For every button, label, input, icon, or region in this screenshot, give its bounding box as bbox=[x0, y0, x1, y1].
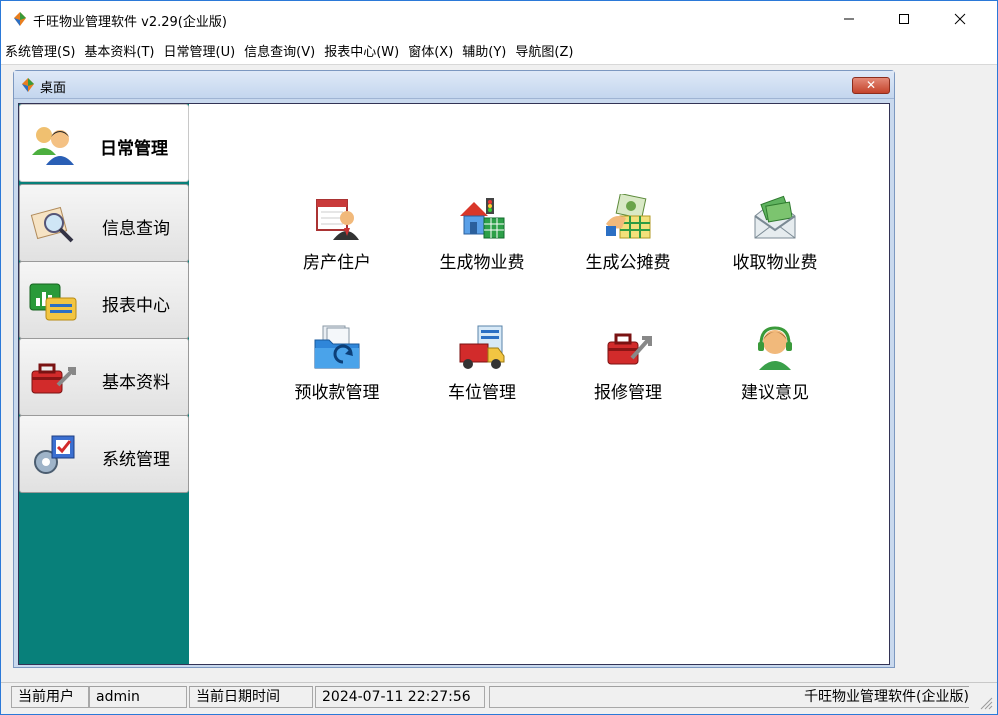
gear-checkbox-icon bbox=[34, 435, 75, 474]
close-button[interactable] bbox=[937, 1, 983, 37]
app-logo-icon bbox=[14, 12, 26, 26]
resize-grip-icon[interactable] bbox=[979, 696, 993, 710]
app-window: 千旺物业管理软件 v2.29(企业版) 系统管理(S) 基本资料(T) 日常管理… bbox=[0, 0, 998, 715]
nav-daily-management[interactable]: 日常管理 bbox=[19, 104, 189, 182]
title-bar: 千旺物业管理软件 v2.29(企业版) bbox=[1, 1, 997, 37]
desktop-child-window: 桌面 ✕ 日常管理 信息查询 报表中心 基本资料 系统管理 房产住户 生成物业费… bbox=[13, 70, 895, 668]
tile-property-residents[interactable]: 房产住户 bbox=[277, 194, 397, 284]
resident-calendar-icon bbox=[316, 199, 359, 240]
tile-label: 建议意见 bbox=[741, 383, 809, 403]
nav-panel: 日常管理 信息查询 报表中心 基本资料 系统管理 bbox=[19, 104, 189, 664]
tile-label: 预收款管理 bbox=[294, 383, 380, 403]
tile-label: 生成物业费 bbox=[439, 253, 525, 273]
menu-bar: 系统管理(S) 基本资料(T) 日常管理(U) 信息查询(V) 报表中心(W) … bbox=[1, 37, 997, 65]
nav-label: 信息查询 bbox=[102, 219, 170, 239]
menu-window[interactable]: 窗体(X) bbox=[408, 41, 462, 60]
status-user-value: admin bbox=[89, 686, 187, 708]
repair-toolbox-icon bbox=[607, 333, 652, 365]
truck-icon bbox=[459, 325, 505, 369]
menu-query[interactable]: 信息查询(V) bbox=[244, 41, 324, 60]
nav-label: 日常管理 bbox=[100, 139, 168, 159]
support-headset-icon bbox=[758, 326, 792, 370]
minimize-button[interactable] bbox=[826, 1, 872, 37]
tile-repair-management[interactable]: 报修管理 bbox=[568, 324, 688, 414]
menu-daily[interactable]: 日常管理(U) bbox=[164, 41, 245, 60]
close-icon bbox=[954, 13, 966, 25]
menu-navigation[interactable]: 导航图(Z) bbox=[515, 41, 582, 60]
function-panel: 房产住户 生成物业费 生成公摊费 收取物业费 预收款管理 车位管理 报修管理 建… bbox=[189, 104, 889, 664]
tile-generate-shared-fee[interactable]: 生成公摊费 bbox=[568, 194, 688, 284]
status-datetime-label: 当前日期时间 bbox=[189, 686, 313, 708]
menu-reports[interactable]: 报表中心(W) bbox=[324, 41, 408, 60]
tile-parking-management[interactable]: 车位管理 bbox=[422, 324, 542, 414]
desktop-body: 日常管理 信息查询 报表中心 基本资料 系统管理 房产住户 生成物业费 生成公摊… bbox=[18, 103, 890, 665]
nav-label: 报表中心 bbox=[102, 296, 170, 316]
menu-help[interactable]: 辅助(Y) bbox=[462, 41, 515, 60]
maximize-button[interactable] bbox=[881, 1, 927, 37]
nav-report-center[interactable]: 报表中心 bbox=[19, 261, 189, 339]
nav-label: 基本资料 bbox=[102, 373, 170, 393]
tile-label: 生成公摊费 bbox=[585, 253, 671, 273]
tile-label: 报修管理 bbox=[594, 383, 662, 403]
status-app-name: 千旺物业管理软件(企业版) bbox=[804, 689, 969, 705]
tile-suggestions[interactable]: 建议意见 bbox=[715, 324, 835, 414]
mdi-area: 桌面 ✕ 日常管理 信息查询 报表中心 基本资料 系统管理 房产住户 生成物业费… bbox=[1, 66, 997, 682]
child-title: 桌面 bbox=[40, 81, 67, 96]
nav-label: 系统管理 bbox=[102, 450, 170, 470]
child-title-bar: 桌面 ✕ bbox=[14, 71, 894, 99]
house-building-icon bbox=[460, 198, 505, 239]
tile-label: 车位管理 bbox=[448, 383, 516, 403]
nav-info-query[interactable]: 信息查询 bbox=[19, 184, 189, 262]
tile-generate-property-fee[interactable]: 生成物业费 bbox=[422, 194, 542, 284]
menu-system[interactable]: 系统管理(S) bbox=[5, 41, 84, 60]
nav-basic-data[interactable]: 基本资料 bbox=[19, 338, 189, 416]
tile-collect-property-fee[interactable]: 收取物业费 bbox=[715, 194, 835, 284]
window-title: 千旺物业管理软件 v2.29(企业版) bbox=[33, 15, 227, 30]
status-user-label: 当前用户 bbox=[11, 686, 89, 708]
status-datetime-value: 2024-07-11 22:27:56 bbox=[315, 686, 485, 708]
tile-label: 房产住户 bbox=[303, 253, 371, 273]
minimize-icon bbox=[844, 18, 854, 20]
users-icon bbox=[32, 127, 74, 165]
status-bar: 当前用户 admin 当前日期时间 2024-07-11 22:27:56 千旺… bbox=[1, 682, 997, 714]
tile-prepayment-management[interactable]: 预收款管理 bbox=[277, 324, 397, 414]
report-chart-icon bbox=[29, 283, 77, 321]
money-spreadsheet-icon bbox=[606, 194, 651, 239]
menu-basic-data[interactable]: 基本资料(T) bbox=[84, 41, 163, 60]
money-envelope-icon bbox=[754, 195, 796, 239]
nav-system-management[interactable]: 系统管理 bbox=[19, 415, 189, 493]
toolbox-icon bbox=[31, 363, 76, 394]
child-close-button[interactable]: ✕ bbox=[852, 77, 890, 94]
maximize-icon bbox=[899, 14, 909, 24]
tile-label: 收取物业费 bbox=[732, 253, 818, 273]
folder-refresh-icon bbox=[314, 325, 360, 369]
desktop-icon bbox=[22, 78, 34, 92]
magnifier-document-icon bbox=[30, 206, 74, 243]
